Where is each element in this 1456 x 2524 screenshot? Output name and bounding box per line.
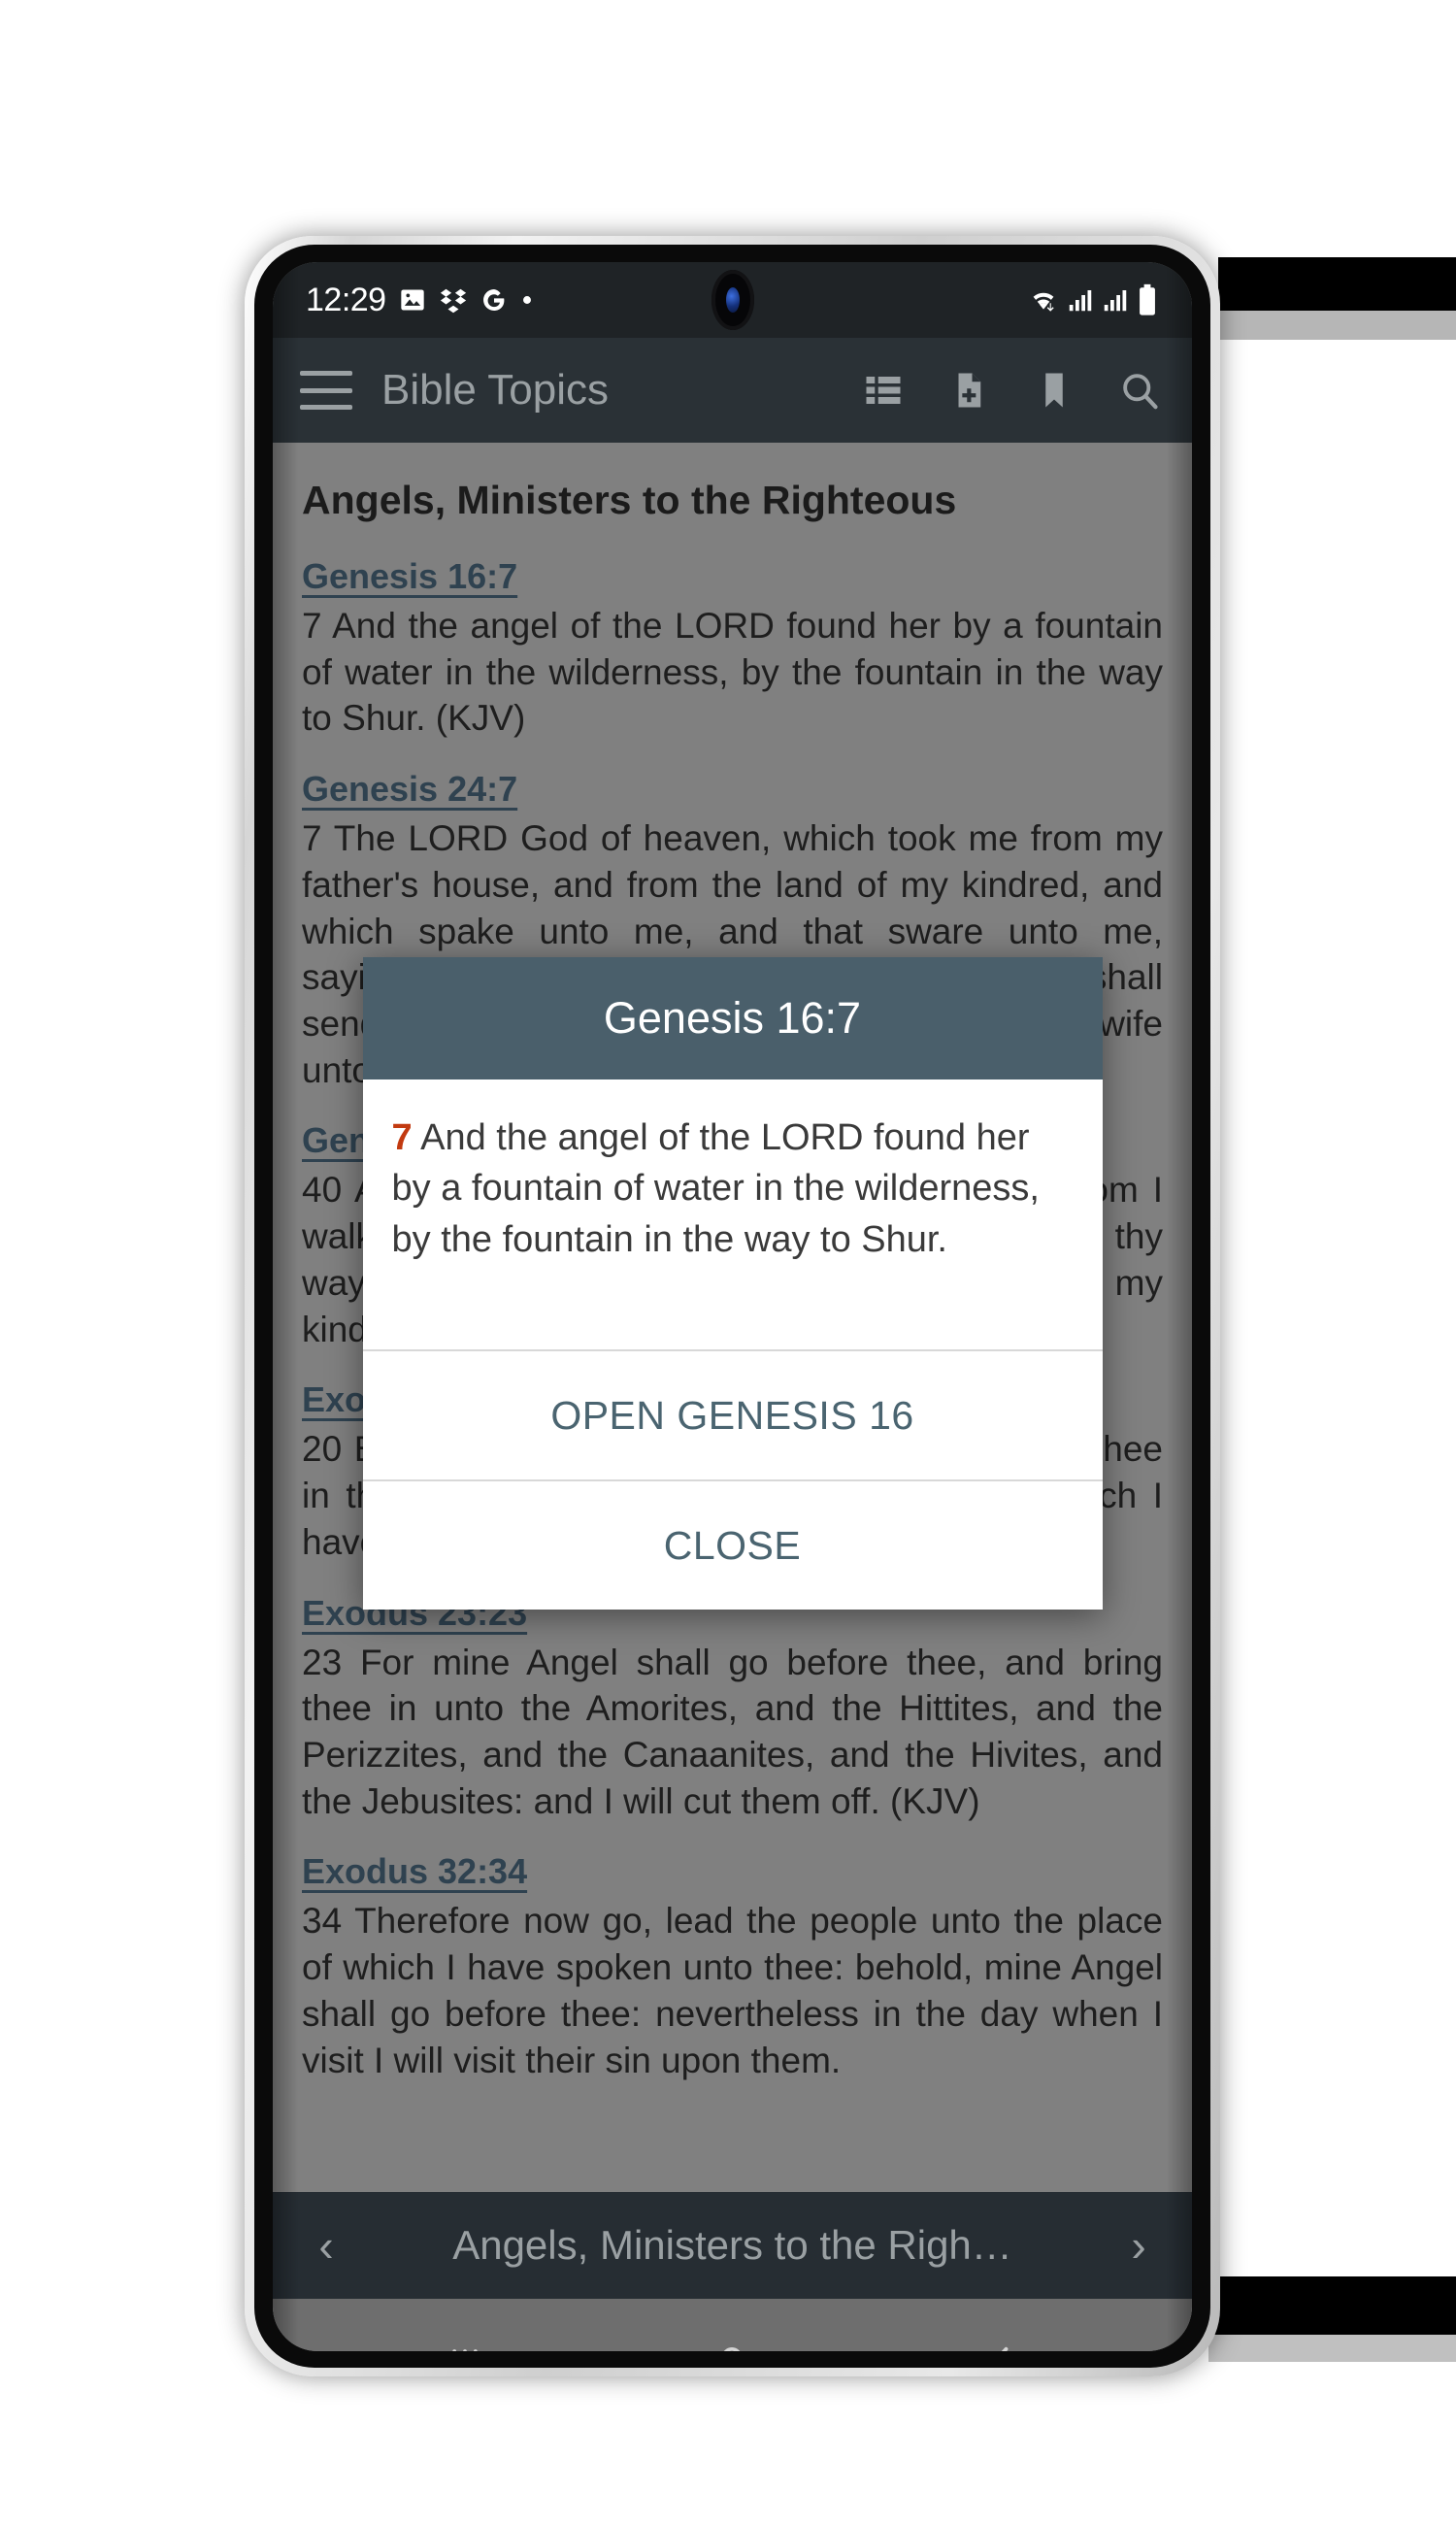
- dropbox-icon: [439, 285, 468, 315]
- background-artifact-gray: [1218, 311, 1456, 340]
- chevron-left-icon[interactable]: ‹: [302, 2219, 350, 2272]
- chevron-right-icon[interactable]: ›: [1114, 2219, 1163, 2272]
- app-title: Bible Topics: [381, 366, 609, 414]
- home-icon[interactable]: [688, 2320, 776, 2351]
- verse-text: 7 And the angel of the LORD found her by…: [302, 606, 1163, 739]
- dialog-verse-text: 7 And the angel of the LORD found her by…: [392, 1113, 1074, 1265]
- android-navigation-bar: [273, 2299, 1192, 2351]
- status-bar: 12:29: [273, 262, 1192, 338]
- hamburger-line: [300, 405, 352, 410]
- status-bar-left: 12:29: [306, 282, 534, 319]
- camera-lens: [725, 287, 740, 313]
- verse-reference-link[interactable]: Exodus 32:34: [302, 1851, 527, 1892]
- verse-text: 34 Therefore now go, lead the people unt…: [302, 1901, 1163, 2080]
- recents-icon[interactable]: [421, 2320, 509, 2351]
- verse-block: Exodus 23:23 23 For mine Angel shall go …: [302, 1593, 1163, 1825]
- app-bar-actions: [862, 369, 1165, 412]
- close-button[interactable]: CLOSE: [362, 1479, 1103, 1610]
- search-icon[interactable]: [1118, 369, 1161, 412]
- topic-nav-label: Angels, Ministers to the Righ…: [452, 2222, 1012, 2268]
- app-toolbar: Bible Topics: [273, 338, 1192, 443]
- open-chapter-button[interactable]: OPEN GENESIS 16: [362, 1349, 1103, 1479]
- dialog-body: 7 And the angel of the LORD found her by…: [363, 1079, 1103, 1349]
- verse-block: Exodus 32:34 34 Therefore now go, lead t…: [302, 1851, 1163, 2083]
- dot-icon: [520, 293, 534, 307]
- image-icon: [399, 286, 426, 314]
- background-artifact-black: [1218, 257, 1456, 311]
- camera-punch-hole: [711, 270, 754, 330]
- phone-screen: 12:29 Bible Topics Angels, Ministers to …: [273, 262, 1192, 2351]
- screenshot-stage: 12:29 Bible Topics Angels, Ministers to …: [0, 0, 1456, 2524]
- dialog-header: Genesis 16:7: [362, 957, 1103, 1079]
- close-button-label: CLOSE: [663, 1522, 802, 1568]
- hamburger-line: [300, 371, 352, 376]
- status-bar-right: [1027, 283, 1159, 316]
- background-artifact-gray-2: [1208, 2335, 1456, 2362]
- verse-reference-link[interactable]: Genesis 16:7: [302, 556, 517, 597]
- status-time: 12:29: [306, 281, 386, 318]
- dialog-title: Genesis 16:7: [603, 993, 862, 1043]
- topic-navigation-bar: ‹ Angels, Ministers to the Righ… ›: [273, 2192, 1192, 2299]
- background-artifact-black-2: [1208, 2276, 1456, 2335]
- verse-dialog: Genesis 16:7 7 And the angel of the LORD…: [362, 957, 1103, 1610]
- wifi-icon: [1027, 284, 1060, 316]
- hamburger-menu-icon[interactable]: [300, 371, 352, 410]
- verse-reference-link[interactable]: Genesis 24:7: [302, 769, 517, 810]
- hamburger-line: [300, 387, 352, 393]
- note-add-icon[interactable]: [947, 369, 990, 412]
- signal-bars-2-icon: [1101, 285, 1130, 315]
- battery-icon: [1136, 283, 1159, 316]
- dialog-verse-body: And the angel of the LORD found her by a…: [391, 1117, 1041, 1260]
- verse-text: 23 For mine Angel shall go before thee, …: [302, 1642, 1163, 1821]
- dialog-verse-number: 7: [391, 1117, 413, 1158]
- google-icon: [480, 286, 508, 314]
- verse-block: Genesis 16:7 7 And the angel of the LORD…: [302, 556, 1163, 742]
- open-chapter-button-label: OPEN GENESIS 16: [550, 1392, 914, 1438]
- list-view-icon[interactable]: [862, 369, 905, 412]
- page-title: Angels, Ministers to the Righteous: [302, 478, 957, 522]
- back-icon[interactable]: [956, 2320, 1043, 2351]
- signal-bars-icon: [1066, 285, 1095, 315]
- bookmark-icon[interactable]: [1033, 369, 1075, 412]
